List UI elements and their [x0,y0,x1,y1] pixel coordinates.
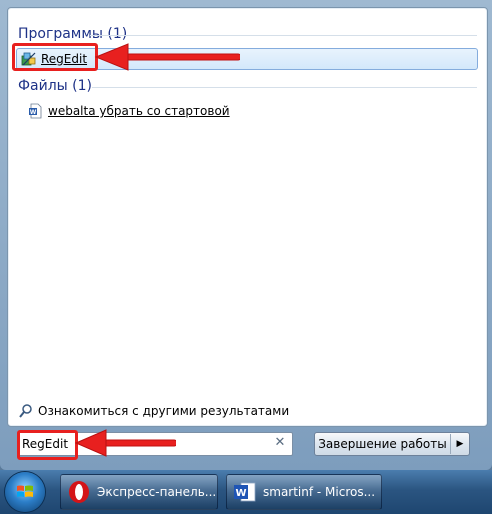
taskbar-item-opera[interactable]: Экспресс-панель... [60,474,218,510]
close-icon[interactable]: ✕ [272,435,288,451]
taskbar: Экспресс-панель... W smartinf - Micros..… [0,470,492,514]
word-document-icon: W [29,103,42,119]
annotation-arrow-search [74,429,176,457]
start-button[interactable] [5,472,45,512]
taskbar-item-word[interactable]: W smartinf - Micros... [226,474,382,510]
svg-text:W: W [30,109,37,116]
see-more-results-label: Ознакомиться с другими результатами [38,404,290,418]
shutdown-button[interactable]: Завершение работы ▶ [314,432,470,456]
word-icon: W [234,482,256,502]
taskbar-item-label: smartinf - Micros... [263,485,376,499]
search-icon [19,404,32,418]
files-group-header[interactable]: Файлы (1) [18,76,92,96]
opera-icon [69,481,89,503]
result-item-label: webalta убрать со стартовой [48,104,230,118]
svg-text:W: W [235,488,246,499]
result-item-webalta[interactable]: W webalta убрать со стартовой [28,100,328,122]
files-group-divider [92,87,477,88]
highlight-box-regedit [12,43,98,71]
programs-group-divider [90,35,477,36]
annotation-arrow-regedit [94,43,240,71]
see-more-results-link[interactable]: Ознакомиться с другими результатами [18,401,289,421]
highlight-box-search [17,430,78,460]
shutdown-button-label: Завершение работы [318,437,447,451]
chevron-right-icon[interactable]: ▶ [450,434,469,454]
windows-logo-icon [17,485,33,497]
taskbar-item-label: Экспресс-панель... [97,485,217,499]
